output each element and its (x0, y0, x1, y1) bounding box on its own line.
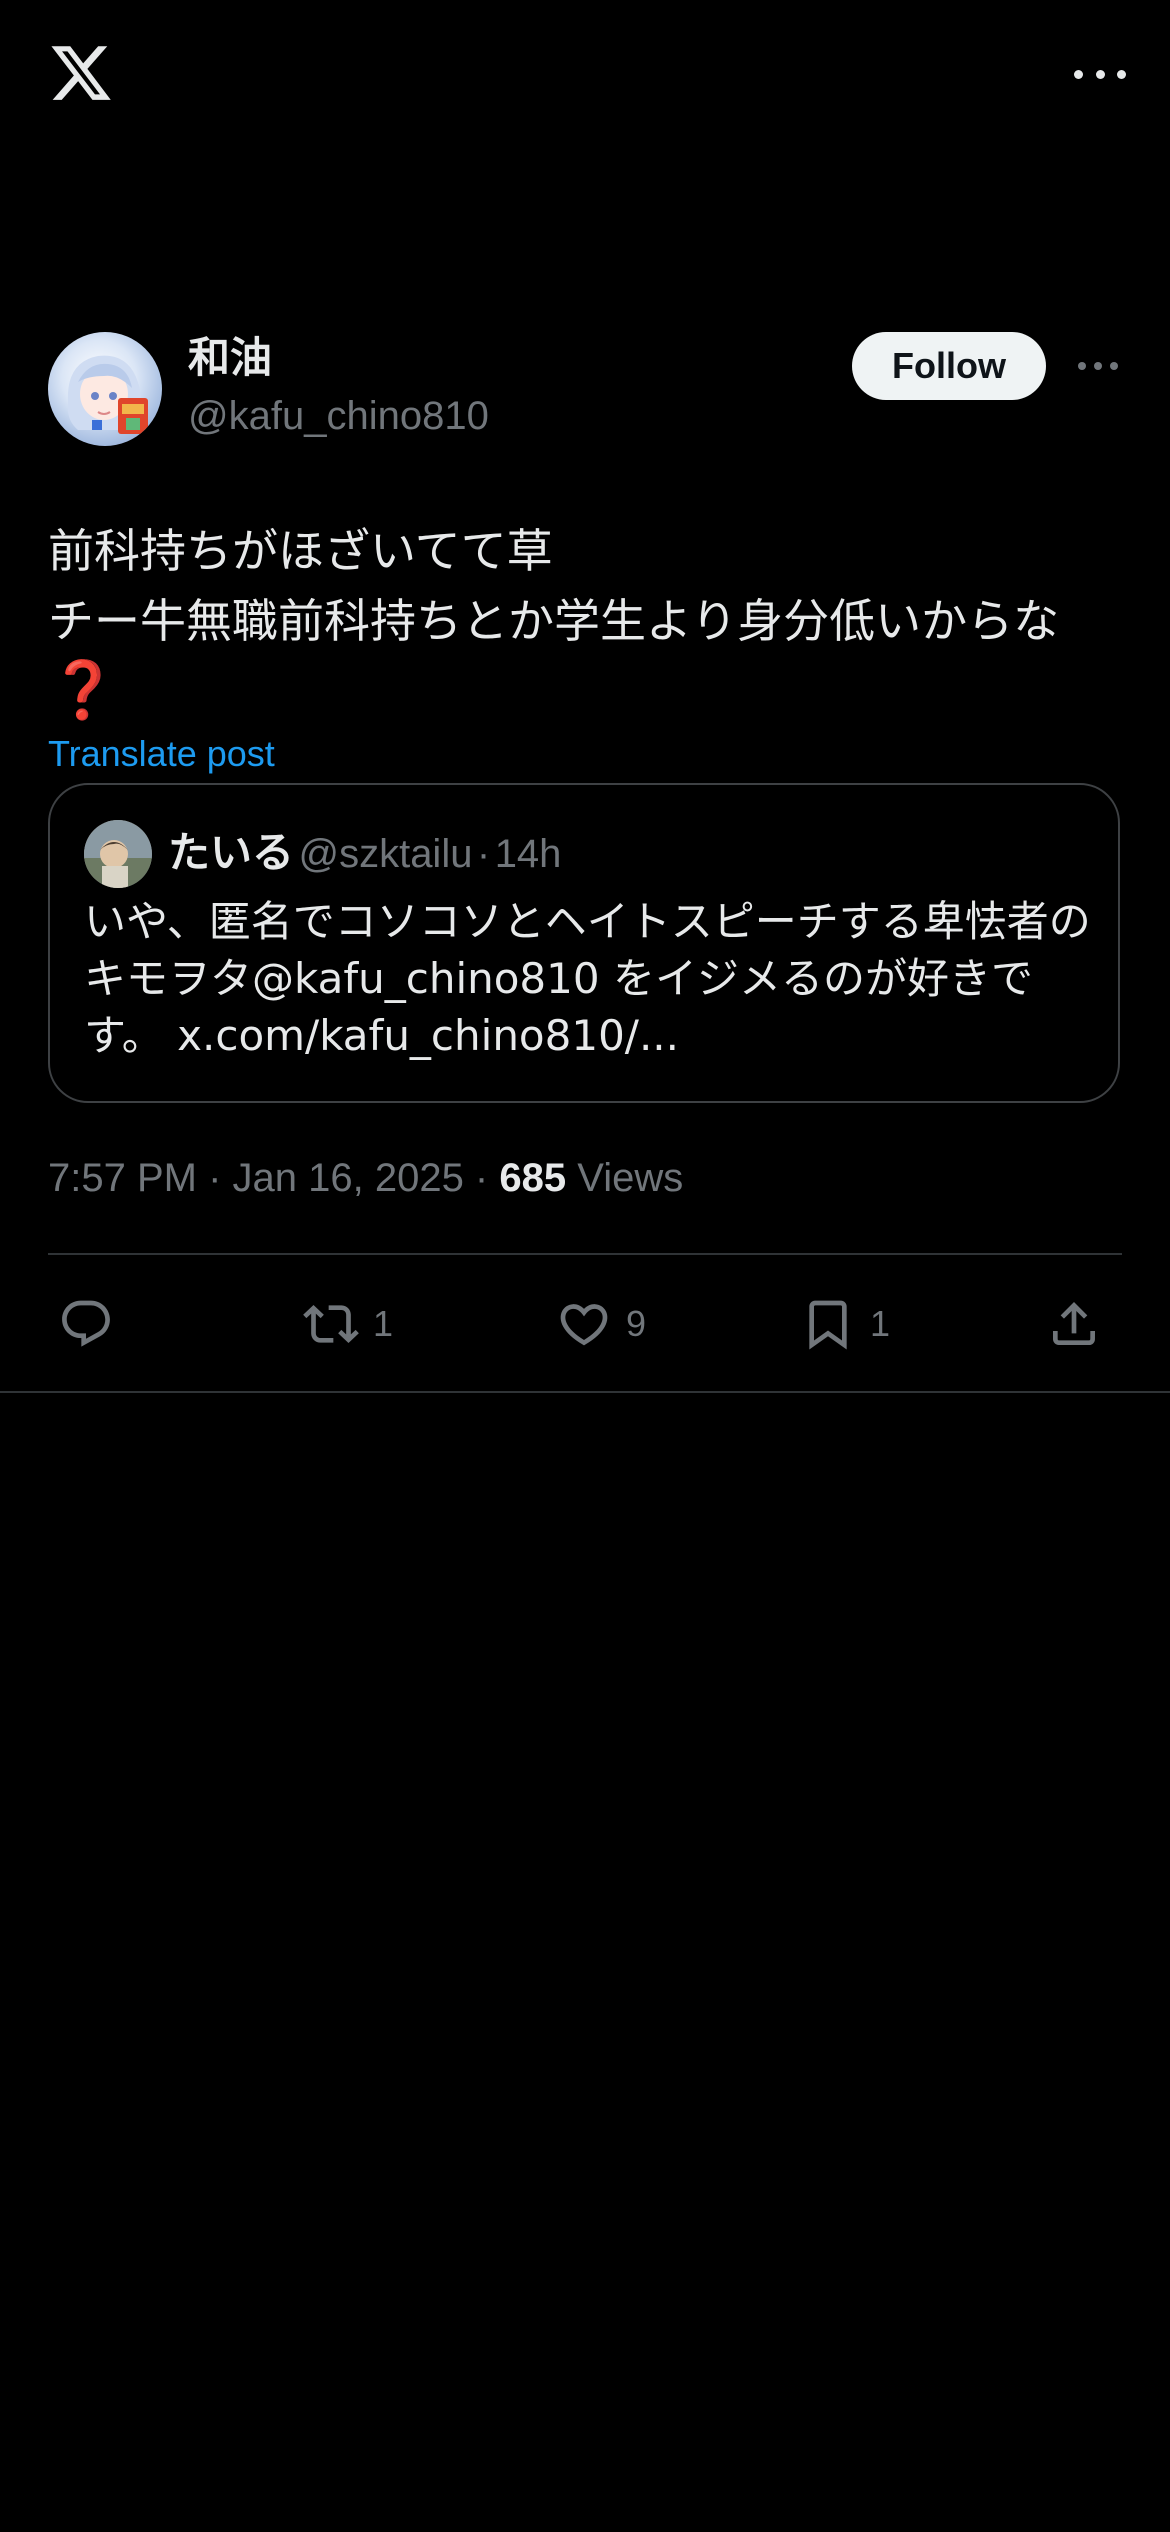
post-timestamp[interactable]: 7:57 PM · Jan 16, 2025 · (48, 1156, 499, 1200)
quote-author-name: たいる (168, 828, 295, 877)
top-bar (0, 0, 1170, 150)
post-text-line-2: チー牛無職前科持ちとか学生より身分低いからな (48, 594, 1060, 648)
follow-button[interactable]: Follow (852, 332, 1046, 400)
reply-icon (62, 1300, 110, 1347)
quote-time: 14h (494, 832, 562, 876)
repost-count: 1 (373, 1303, 394, 1344)
dot (1074, 69, 1083, 79)
quote-separator: · (476, 832, 491, 876)
post-meta: 7:57 PM · Jan 16, 2025 · 685 Views (48, 1148, 683, 1208)
like-count: 9 (626, 1303, 647, 1344)
like-button[interactable]: 9 (556, 1290, 646, 1358)
quote-avatar (84, 820, 152, 888)
heart-icon (560, 1304, 608, 1346)
author-row: 和油 @kafu_chino810 Follow (48, 330, 1122, 448)
question-mark-emoji: ❓ (48, 658, 118, 723)
dot (1117, 69, 1126, 79)
post: 和油 @kafu_chino810 Follow 前科持ちがほざいてて草 チー牛… (48, 330, 1122, 782)
quote-text: いや、匿名でコソコソとヘイトスピーチする卑怯者のキモヲタ@kafu_chino8… (84, 897, 1091, 1060)
views-count: 685 (499, 1156, 567, 1200)
author-handle[interactable]: @kafu_chino810 (188, 390, 489, 442)
bookmark-icon (809, 1300, 847, 1350)
action-bar: 1 9 1 (48, 1290, 1122, 1358)
quote-author-handle: @szktailu (298, 832, 473, 876)
translate-post-link[interactable]: Translate post (48, 726, 275, 782)
avatar[interactable] (48, 332, 162, 446)
share-button[interactable] (1046, 1290, 1102, 1358)
quote-header: たいる @szktailu · 14h (168, 825, 561, 891)
bookmark-button[interactable]: 1 (800, 1290, 890, 1358)
reply-button[interactable] (58, 1290, 128, 1358)
dot (1094, 362, 1102, 370)
post-text: 前科持ちがほざいてて草 チー牛無職前科持ちとか学生より身分低いからな ❓ (48, 516, 1122, 728)
x-logo-icon[interactable] (48, 40, 114, 106)
quote-avatar-illustration (84, 820, 152, 888)
post-more-icon[interactable] (1078, 354, 1118, 378)
repost-icon (303, 1305, 359, 1343)
bookmark-count: 1 (870, 1303, 891, 1344)
repost-button[interactable]: 1 (303, 1290, 393, 1358)
quoted-post[interactable]: たいる @szktailu · 14h いや、匿名でコソコソとヘイトスピーチする… (48, 783, 1120, 1103)
divider (48, 1253, 1122, 1255)
post-text-line-1: 前科持ちがほざいてて草 (48, 524, 553, 578)
dot (1078, 362, 1086, 370)
dot (1110, 362, 1118, 370)
dot (1095, 69, 1105, 79)
more-horizontal-icon[interactable] (1074, 56, 1126, 92)
divider (0, 1391, 1170, 1393)
views-label: Views (566, 1156, 684, 1200)
author-name[interactable]: 和油 (188, 330, 272, 386)
share-icon (1053, 1302, 1095, 1345)
avatar-illustration (67, 355, 148, 434)
